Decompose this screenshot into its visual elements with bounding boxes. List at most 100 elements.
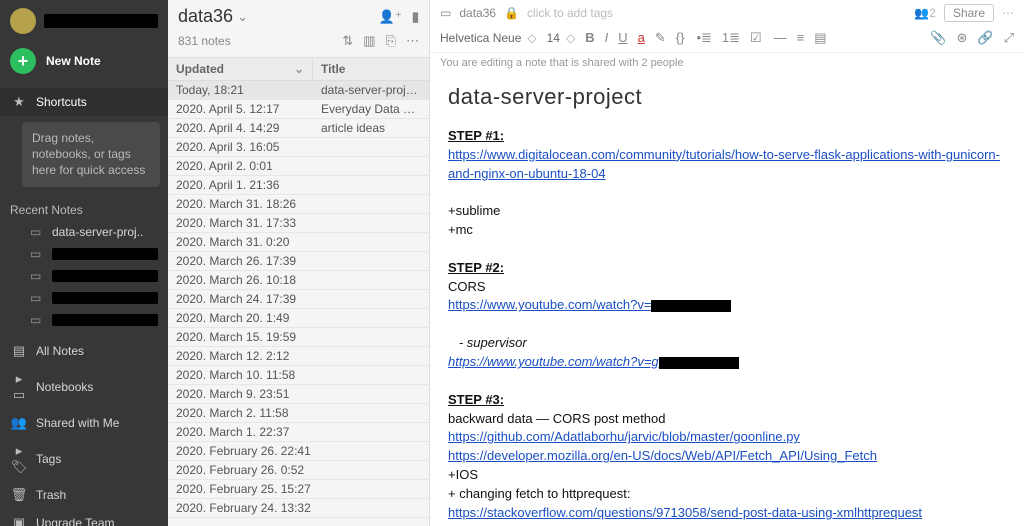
app-root: + New Note ★ Shortcuts Drag notes, noteb…	[0, 0, 1024, 526]
sidebar-shortcuts[interactable]: ★ Shortcuts	[0, 88, 168, 116]
recent-note-item[interactable]: ▭	[0, 309, 168, 331]
tag-input[interactable]: click to add tags	[527, 6, 613, 20]
chevron-down-icon: ⌄	[237, 9, 248, 25]
note-icon: ▭	[30, 291, 44, 305]
step3-link2[interactable]: https://developer.mozilla.org/en-US/docs…	[448, 448, 877, 463]
checklist-icon[interactable]: ☑	[750, 30, 762, 46]
note-row[interactable]: 2020. March 26. 17:39	[168, 252, 429, 271]
note-title[interactable]: data-server-project	[448, 81, 1006, 113]
cursor-icon[interactable]: ▮	[412, 9, 419, 25]
trash-label: Trash	[36, 488, 66, 502]
note-row[interactable]: 2020. April 4. 14:29article ideas	[168, 119, 429, 138]
note-title-cell: article ideas	[313, 121, 429, 135]
note-updated: 2020. April 5. 12:17	[168, 102, 313, 116]
note-updated: 2020. March 10. 11:58	[168, 368, 313, 382]
step2-link1[interactable]: https://www.youtube.com/watch?v=	[448, 297, 651, 312]
hr-icon[interactable]: —	[774, 30, 787, 46]
font-size-select[interactable]: 14 ◇	[547, 31, 574, 45]
note-row[interactable]: 2020. March 1. 22:37	[168, 423, 429, 442]
sort-icon[interactable]: ⇅	[342, 33, 353, 49]
menu-icon[interactable]: ⋯	[1002, 6, 1014, 20]
notebook-title-dropdown[interactable]: data36 ⌄	[178, 6, 248, 27]
editor-notebook-name[interactable]: data36	[459, 6, 496, 20]
indent-icon[interactable]: ▤	[814, 30, 826, 46]
notebook-icon: ▸ ▭	[10, 371, 28, 403]
note-row[interactable]: 2020. March 31. 17:33	[168, 214, 429, 233]
redacted-text	[52, 270, 158, 282]
note-row[interactable]: 2020. March 15. 19:59	[168, 328, 429, 347]
note-row[interactable]: Today, 18:21data-server-project	[168, 81, 429, 100]
note-updated: 2020. March 24. 17:39	[168, 292, 313, 306]
shared-people-icon[interactable]: 👥2	[914, 6, 936, 20]
sidebar-notebooks[interactable]: ▸ ▭ Notebooks	[0, 365, 168, 409]
note-row[interactable]: 2020. February 24. 13:32	[168, 499, 429, 518]
sidebar-shared[interactable]: 👥 Shared with Me	[0, 409, 168, 437]
note-row[interactable]: 2020. April 1. 21:36	[168, 176, 429, 195]
sidebar-trash[interactable]: 🗑 Trash	[0, 481, 168, 509]
share-button[interactable]: Share	[944, 4, 994, 22]
collapse-icon[interactable]: ⤢	[1004, 30, 1014, 46]
sidebar-all-notes[interactable]: ▤ All Notes	[0, 337, 168, 365]
note-row[interactable]: 2020. March 10. 11:58	[168, 366, 429, 385]
step1-line2: +mc	[448, 221, 1006, 240]
note-row[interactable]: 2020. February 25. 15:27	[168, 480, 429, 499]
sidebar-tags[interactable]: ▸ 🏷 Tags	[0, 437, 168, 481]
recent-note-item[interactable]: ▭	[0, 243, 168, 265]
link-icon[interactable]: 🔗	[977, 30, 993, 46]
note-row[interactable]: 2020. March 24. 17:39	[168, 290, 429, 309]
reminder-icon[interactable]: ⊛	[957, 30, 968, 46]
account-row[interactable]	[0, 0, 168, 40]
step3-link1[interactable]: https://github.com/Adatlaborhu/jarvic/bl…	[448, 429, 800, 444]
more-icon[interactable]: ⋯	[406, 33, 419, 49]
note-body[interactable]: data-server-project STEP #1: https://www…	[430, 75, 1024, 526]
font-family-select[interactable]: Helvetica Neue ◇	[440, 31, 535, 45]
new-note-button[interactable]: + New Note	[0, 40, 168, 88]
note-row[interactable]: 2020. February 26. 22:41	[168, 442, 429, 461]
step1-link[interactable]: https://www.digitalocean.com/community/t…	[448, 147, 1000, 181]
note-updated: Today, 18:21	[168, 83, 313, 97]
note-row[interactable]: 2020. March 26. 10:18	[168, 271, 429, 290]
col-title[interactable]: Title	[313, 58, 429, 80]
note-row[interactable]: 2020. April 3. 16:05	[168, 138, 429, 157]
redacted-text	[52, 314, 158, 326]
note-updated: 2020. March 2. 11:58	[168, 406, 313, 420]
note-updated: 2020. March 26. 17:39	[168, 254, 313, 268]
step2-link2[interactable]: https://www.youtube.com/watch?v=g	[448, 354, 659, 369]
note-row[interactable]: 2020. April 2. 0:01	[168, 157, 429, 176]
sidebar-upgrade[interactable]: ▣ Upgrade Team	[0, 509, 168, 526]
shared-label: Shared with Me	[36, 416, 119, 430]
note-row[interactable]: 2020. March 9. 23:51	[168, 385, 429, 404]
color-icon[interactable]: a	[638, 30, 645, 46]
italic-icon[interactable]: I	[605, 30, 609, 46]
recent-note-item[interactable]: ▭	[0, 287, 168, 309]
stepper-icon: ◇	[527, 31, 534, 45]
note-updated: 2020. March 1. 22:37	[168, 425, 313, 439]
note-row[interactable]: 2020. March 31. 18:26	[168, 195, 429, 214]
note-row[interactable]: 2020. February 26. 0:52	[168, 461, 429, 480]
note-row[interactable]: 2020. March 12. 2:12	[168, 347, 429, 366]
note-row[interactable]: 2020. April 5. 12:17Everyday Data Scienc…	[168, 100, 429, 119]
note-row[interactable]: 2020. March 31. 0:20	[168, 233, 429, 252]
plus-icon: +	[10, 48, 36, 74]
recent-note-item[interactable]: ▭	[0, 265, 168, 287]
note-count: 831 notes	[178, 34, 231, 48]
list-number-icon[interactable]: 1≣	[722, 30, 740, 46]
col-updated[interactable]: Updated ⌄	[168, 58, 313, 80]
highlight-icon[interactable]: ✎	[655, 30, 666, 46]
editor-toolbar: Helvetica Neue ◇ 14 ◇ B I U a ✎ {} •≣ 1≣…	[430, 26, 1024, 53]
recent-note-item[interactable]: ▭data-server-proj..	[0, 221, 168, 243]
bold-icon[interactable]: B	[585, 30, 594, 46]
note-updated: 2020. February 24. 13:32	[168, 501, 313, 515]
code-icon[interactable]: {}	[676, 30, 685, 46]
note-row[interactable]: 2020. March 20. 1:49	[168, 309, 429, 328]
view-icon[interactable]: ▥	[363, 33, 375, 49]
filter-icon[interactable]: ⎘	[386, 33, 396, 49]
attach-icon[interactable]: 📎	[930, 30, 946, 46]
align-icon[interactable]: ≡	[797, 30, 805, 46]
list-bullet-icon[interactable]: •≣	[696, 30, 711, 46]
note-list-pane: data36 ⌄ 👤⁺ ▮ 831 notes ⇅ ▥ ⎘ ⋯	[168, 0, 430, 526]
share-notebook-icon[interactable]: 👤⁺	[379, 9, 402, 25]
underline-icon[interactable]: U	[618, 30, 627, 46]
note-row[interactable]: 2020. March 2. 11:58	[168, 404, 429, 423]
step3-link3[interactable]: https://stackoverflow.com/questions/9713…	[448, 505, 922, 520]
